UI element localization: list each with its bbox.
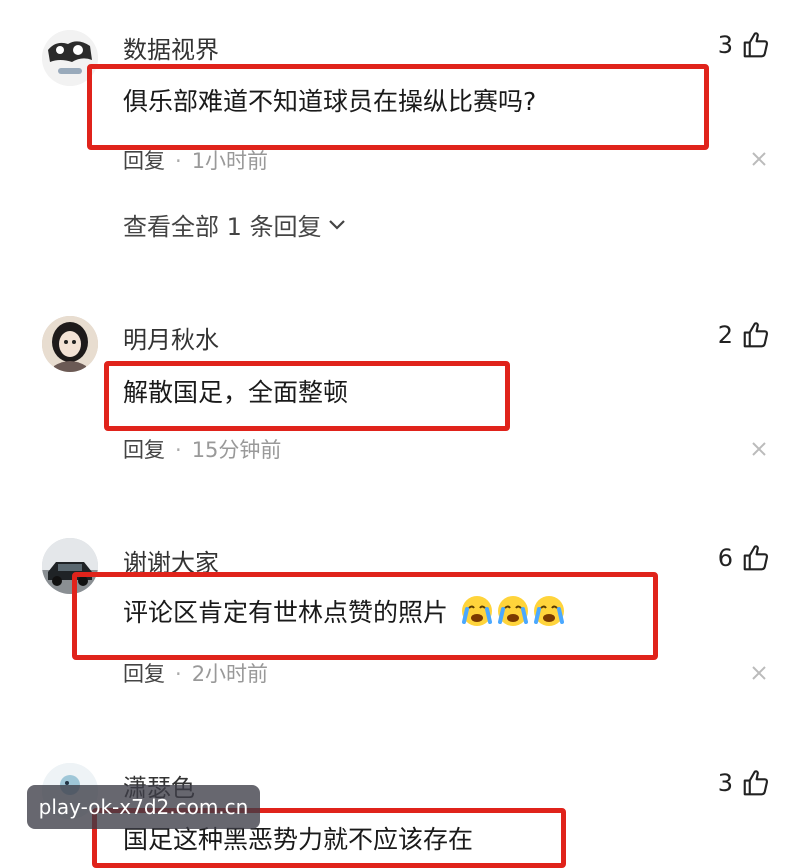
separator-dot: ·	[175, 149, 182, 173]
timestamp: 15分钟前	[191, 438, 282, 462]
view-all-replies-button[interactable]: 查看全部 1 条回复	[123, 207, 346, 242]
watermark: play-ok-x7d2.com.cn	[27, 785, 260, 829]
username[interactable]: 数据视界	[123, 30, 219, 65]
like-button[interactable]: 2	[718, 320, 771, 350]
thumbs-up-icon	[743, 545, 768, 571]
close-icon[interactable]	[750, 150, 768, 168]
like-count: 6	[717, 544, 733, 572]
comment-meta: 回复 · 15分钟前	[123, 434, 281, 464]
reply-button[interactable]: 回复	[123, 662, 165, 686]
view-all-replies-label: 查看全部 1 条回复	[123, 213, 322, 241]
avatar-image-icon	[42, 316, 98, 372]
like-button[interactable]: 3	[718, 30, 771, 60]
highlight-box	[104, 361, 510, 431]
timestamp: 1小时前	[191, 149, 269, 173]
close-icon[interactable]	[750, 664, 768, 682]
reply-button[interactable]: 回复	[123, 149, 165, 173]
username[interactable]: 明月秋水	[123, 320, 219, 355]
like-button[interactable]: 3	[718, 768, 771, 798]
close-icon[interactable]	[750, 440, 768, 458]
comment-meta: 回复 · 1小时前	[123, 145, 268, 175]
highlight-box	[72, 572, 658, 660]
highlight-box	[87, 64, 709, 150]
chevron-down-icon	[328, 219, 345, 230]
separator-dot: ·	[175, 662, 182, 686]
thumbs-up-icon	[743, 32, 768, 58]
like-count: 3	[717, 769, 733, 797]
comment-meta: 回复 · 2小时前	[123, 658, 268, 688]
like-count: 3	[717, 31, 733, 59]
thumbs-up-icon	[743, 770, 768, 796]
reply-button[interactable]: 回复	[123, 438, 165, 462]
like-count: 2	[717, 321, 733, 349]
like-button[interactable]: 6	[718, 543, 771, 573]
timestamp: 2小时前	[191, 662, 269, 686]
separator-dot: ·	[175, 438, 182, 462]
thumbs-up-icon	[743, 322, 768, 348]
avatar[interactable]	[42, 316, 98, 372]
